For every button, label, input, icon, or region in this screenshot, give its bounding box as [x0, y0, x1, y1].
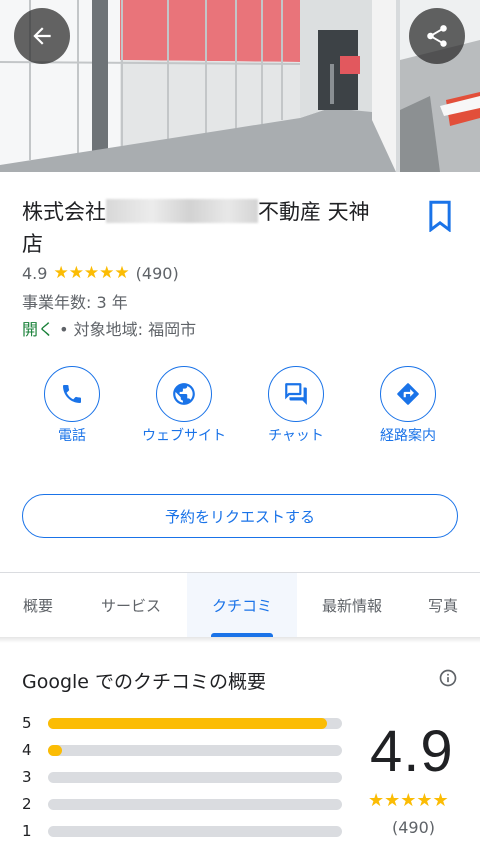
overall-stars-icon: ★★★★★ [368, 790, 449, 811]
overall-review-count: (490) [392, 818, 436, 837]
place-name: 株式会社 不動産 天神 店 [22, 196, 402, 260]
tabs-shadow [0, 637, 480, 643]
chat-circle[interactable] [268, 366, 324, 422]
overall-score: 4.9 [370, 719, 454, 784]
rating-bar-row: 4 [22, 739, 342, 766]
website-circle[interactable] [156, 366, 212, 422]
open-status: 開く [22, 320, 55, 339]
service-area: • 対象地域: 福岡市 [54, 320, 197, 339]
rating-bar-row: 2 [22, 793, 342, 820]
redacted-name-block [106, 199, 258, 223]
rating-bar-track [48, 772, 342, 783]
chat-icon [285, 383, 307, 405]
phone-icon [63, 385, 81, 403]
chat-button[interactable]: チャット [248, 366, 344, 445]
directions-circle[interactable] [380, 366, 436, 422]
request-reservation-button[interactable]: 予約をリクエストする [22, 494, 458, 538]
tab-services[interactable]: サービス [76, 573, 186, 637]
directions-button[interactable]: 経路案内 [360, 366, 456, 445]
info-icon [439, 669, 457, 687]
info-button[interactable] [438, 668, 458, 688]
review-count: (490) [135, 263, 179, 283]
back-button[interactable] [14, 8, 70, 64]
rating-bar-row: 5 [22, 712, 342, 739]
rating-bar-label: 4 [22, 741, 32, 759]
tab-updates[interactable]: 最新情報 [297, 573, 407, 637]
rating-bar-track [48, 718, 342, 729]
rating-bar-fill [48, 745, 62, 756]
rating-row[interactable]: 4.9 ★★★★★ (490) [22, 262, 179, 284]
years-in-business: 事業年数: 3 年 [22, 293, 128, 312]
directions-label: 経路案内 [380, 428, 436, 444]
share-icon [427, 25, 447, 47]
rating-bar-label: 1 [22, 822, 32, 840]
globe-icon [173, 383, 195, 405]
rating-bar-row: 1 [22, 820, 342, 847]
tab-reviews[interactable]: クチコミ [187, 573, 297, 637]
rating-value: 4.9 [22, 263, 48, 283]
bookmark-icon [429, 200, 451, 233]
rating-bar-label: 3 [22, 768, 32, 786]
rating-bar-fill [48, 718, 328, 729]
rating-stars-icon: ★★★★★ [53, 263, 130, 283]
rating-bar-track [48, 826, 342, 837]
save-button[interactable] [426, 200, 454, 233]
rating-bar-track [48, 745, 342, 756]
chat-label: チャット [268, 428, 324, 444]
photo-gallery[interactable] [0, 0, 480, 172]
website-label: ウェブサイト [142, 428, 226, 444]
reviews-summary-title: Google でのクチコミの概要 [22, 671, 267, 693]
place-name-suffix: 不動産 天神 [258, 200, 370, 224]
tab-bar: 概要 サービス クチコミ 最新情報 写真 [0, 573, 480, 637]
action-buttons: 電話 ウェブサイト チャット 経路案内 [0, 366, 480, 466]
rating-bar-label: 2 [22, 795, 32, 813]
place-name-prefix: 株式会社 [22, 200, 106, 224]
rating-distribution: 5 4 3 2 1 [22, 712, 342, 847]
tab-overview[interactable]: 概要 [0, 573, 76, 637]
directions-icon [397, 383, 419, 405]
hours-and-area[interactable]: 開く • 対象地域: 福岡市 [22, 316, 196, 340]
tab-photos[interactable]: 写真 [410, 573, 480, 637]
call-button[interactable]: 電話 [24, 366, 120, 445]
share-button[interactable] [409, 8, 465, 64]
call-label: 電話 [58, 428, 86, 444]
rating-bar-track [48, 799, 342, 810]
arrow-back-icon [33, 27, 51, 45]
website-button[interactable]: ウェブサイト [136, 366, 232, 445]
rating-bar-row: 3 [22, 766, 342, 793]
rating-bar-label: 5 [22, 714, 32, 732]
call-circle[interactable] [44, 366, 100, 422]
place-name-line2: 店 [22, 232, 43, 256]
